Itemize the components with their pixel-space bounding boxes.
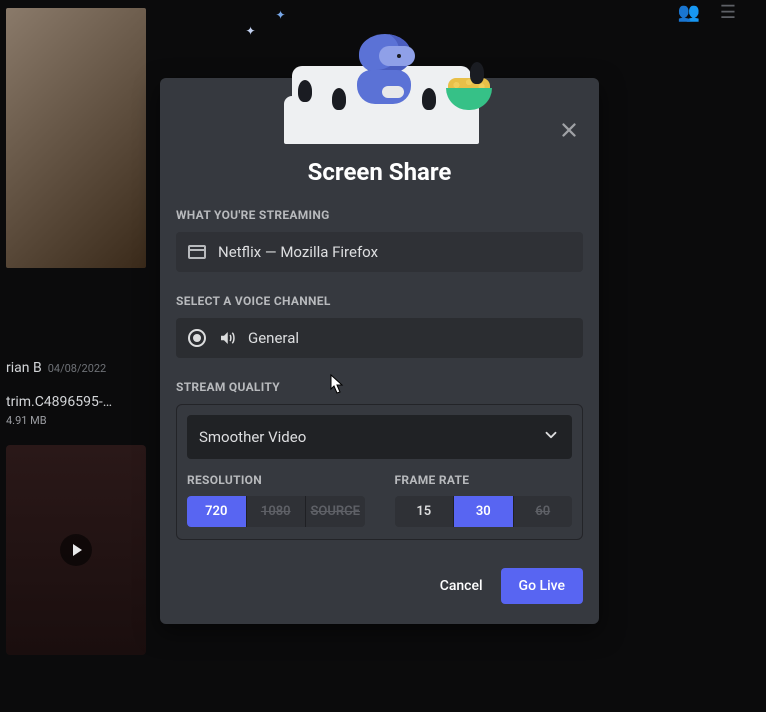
close-icon (558, 119, 580, 141)
framerate-group: 15 30 60 (395, 496, 573, 527)
add-friend-icon[interactable]: 👥 (677, 2, 699, 23)
framerate-60[interactable]: 60 (514, 496, 573, 527)
close-button[interactable] (555, 116, 583, 144)
inbox-icon[interactable]: ☰ (720, 2, 736, 23)
framerate-30[interactable]: 30 (454, 496, 514, 527)
screen-share-modal: ✦ ✕ ✦ ✦ ✦ Screen Share WHAT YOU'RE STREA… (160, 78, 599, 624)
framerate-label: FRAME RATE (395, 473, 573, 487)
resolution-1080[interactable]: 1080 (247, 496, 307, 527)
play-icon (73, 544, 82, 556)
go-live-button[interactable]: Go Live (501, 568, 583, 604)
streaming-window-name: Netflix — Mozilla Firefox (218, 243, 378, 261)
quality-panel: Smoother Video RESOLUTION 720 1080 SOURC… (176, 404, 583, 540)
streaming-window-pill[interactable]: Netflix — Mozilla Firefox (176, 232, 583, 272)
resolution-source[interactable]: SOURCE (306, 496, 365, 527)
quality-label: STREAM QUALITY (176, 380, 583, 394)
play-button[interactable] (60, 534, 92, 566)
modal-footer: Cancel Go Live (176, 568, 583, 608)
message-author-row: rian B 04/08/2022 (6, 360, 160, 376)
streaming-label: WHAT YOU'RE STREAMING (176, 208, 583, 222)
framerate-15[interactable]: 15 (395, 496, 455, 527)
resolution-group: 720 1080 SOURCE (187, 496, 365, 527)
radio-selected-icon (188, 329, 206, 347)
channel-label: SELECT A VOICE CHANNEL (176, 294, 583, 308)
modal-title: Screen Share (176, 158, 583, 186)
attachment-image (6, 8, 146, 268)
resolution-label: RESOLUTION (187, 473, 365, 487)
attachment-size: 4.91 MB (6, 414, 160, 427)
window-icon (188, 245, 206, 259)
chevron-down-icon (542, 426, 560, 448)
voice-channel-name: General (248, 329, 299, 347)
message-date: 04/08/2022 (48, 362, 107, 375)
quality-preset-dropdown[interactable]: Smoother Video (187, 415, 572, 459)
modal-illustration: ✦ ✕ ✦ ✦ ✦ (176, 78, 583, 144)
channel-background: rian B 04/08/2022 trim.C4896595-… 4.91 M… (0, 0, 160, 712)
sparkle-icon: ✦ (276, 8, 286, 22)
author-name: rian B (6, 360, 42, 376)
voice-channel-pill[interactable]: General (176, 318, 583, 358)
resolution-720[interactable]: 720 (187, 496, 247, 527)
wumpus-icon (349, 34, 421, 112)
attachment-filename: trim.C4896595-… (6, 394, 160, 410)
speaker-icon (218, 329, 236, 347)
quality-preset-value: Smoother Video (199, 428, 306, 446)
cancel-button[interactable]: Cancel (440, 578, 483, 594)
sparkle-icon: ✦ (246, 24, 256, 38)
video-attachment[interactable] (6, 445, 146, 655)
header-actions: 👥 ☰ (677, 2, 736, 23)
